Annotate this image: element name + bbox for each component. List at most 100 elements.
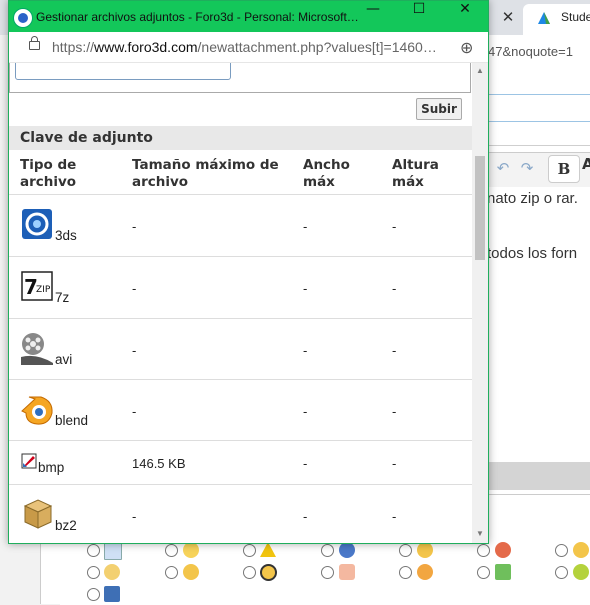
max-size-cell: -	[132, 404, 137, 419]
max-width-cell: -	[303, 456, 308, 471]
max-width-cell: -	[303, 343, 308, 358]
cool-icon	[104, 564, 120, 580]
icon-radio[interactable]	[87, 544, 100, 557]
archive-box-icon	[23, 499, 53, 529]
dizzy-icon	[573, 564, 589, 580]
icon-radio[interactable]	[321, 566, 334, 579]
max-width-cell: -	[303, 219, 308, 234]
students-app-icon	[538, 12, 550, 24]
divider	[485, 145, 590, 146]
max-height-cell: -	[392, 404, 397, 419]
sunglasses-icon	[260, 564, 277, 581]
vertical-scrollbar[interactable]: ▲ ▼	[472, 63, 488, 543]
icon-radio[interactable]	[399, 566, 412, 579]
max-size-cell: -	[132, 219, 137, 234]
angry-icon	[495, 542, 511, 558]
window-titlebar: Gestionar archivos adjuntos - Foro3d - P…	[9, 1, 488, 32]
document-icon	[104, 542, 122, 560]
background-url-text: 47&noquote=1	[488, 44, 573, 59]
icon-radio[interactable]	[477, 544, 490, 557]
blender-icon	[21, 396, 53, 425]
maximize-icon[interactable]: ☐	[396, 1, 442, 32]
max-height-cell: -	[392, 219, 397, 234]
background-title-input[interactable]	[485, 94, 590, 122]
icon-radio[interactable]	[87, 588, 100, 601]
table-row: 3ds - - -	[9, 194, 472, 256]
url-prefix: https://	[52, 39, 95, 55]
header-line: Tipo de	[20, 157, 77, 173]
table-row: blend - - -	[9, 379, 472, 441]
file-input[interactable]	[15, 63, 231, 80]
header-line: Altura	[392, 157, 439, 173]
header-line: Tamaño máximo de	[132, 157, 279, 173]
max-width-cell: -	[303, 509, 308, 524]
smile-icon	[417, 542, 433, 558]
file-extension: blend	[55, 413, 89, 428]
header-line: archivo	[20, 174, 77, 190]
lightbulb-icon	[183, 542, 199, 558]
lock-icon[interactable]	[29, 36, 40, 50]
post-text-line: nato zip o rar.	[487, 190, 578, 207]
icon-radio[interactable]	[321, 544, 334, 557]
max-height-cell: -	[392, 509, 397, 524]
max-size-cell: -	[132, 343, 137, 358]
sad-icon	[573, 542, 589, 558]
browser-app-icon	[13, 8, 33, 28]
window-title: Gestionar archivos adjuntos - Foro3d - P…	[36, 10, 359, 24]
icon-radio[interactable]	[87, 566, 100, 579]
icon-radio[interactable]	[165, 544, 178, 557]
table-row: bz2 - - -	[9, 484, 472, 543]
file-extension: avi	[55, 352, 73, 367]
computer-icon	[104, 586, 120, 602]
header-line: Ancho	[303, 157, 350, 173]
font-size-icon[interactable]: A	[582, 155, 590, 173]
redo-icon[interactable]: ↷	[517, 157, 537, 179]
bold-button[interactable]: B	[548, 155, 580, 183]
max-height-cell: -	[392, 343, 397, 358]
header-line: archivo	[132, 174, 189, 190]
icon-radio[interactable]	[555, 566, 568, 579]
section-header: Clave de adjunto	[9, 126, 472, 150]
minimize-icon[interactable]: —	[350, 1, 396, 32]
column-header-max-width: Ancho máx	[303, 157, 350, 191]
table-row: bmp 146.5 KB - -	[9, 440, 472, 485]
header-line: máx	[303, 174, 335, 190]
zoom-icon[interactable]: ⊕	[460, 38, 473, 57]
header-line: máx	[392, 174, 424, 190]
url-host: www.foro3d.com	[94, 39, 198, 55]
url-text[interactable]: https://www.foro3d.com/newattachment.php…	[52, 39, 437, 55]
icon-radio[interactable]	[243, 566, 256, 579]
attachment-manager-window: Gestionar archivos adjuntos - Foro3d - P…	[8, 0, 489, 544]
file-extension: 7z	[55, 290, 70, 305]
music-icon	[495, 564, 511, 580]
file-extension: bmp	[38, 460, 65, 475]
thumbs-down-icon	[339, 564, 355, 580]
scrollbar-thumb[interactable]	[475, 156, 485, 260]
icon-radio[interactable]	[555, 544, 568, 557]
max-height-cell: -	[392, 281, 397, 296]
question-icon	[339, 542, 355, 558]
scroll-down-icon[interactable]: ▼	[476, 529, 484, 538]
scroll-up-icon[interactable]: ▲	[476, 66, 484, 75]
7zip-file-icon: 7ZIP	[21, 271, 53, 301]
icon-radio[interactable]	[165, 566, 178, 579]
max-width-cell: -	[303, 404, 308, 419]
upload-button[interactable]: Subir	[416, 98, 462, 120]
page-content: Subir Clave de adjunto Tipo de archivo Ta…	[9, 63, 472, 543]
section-title: Clave de adjunto	[20, 130, 153, 146]
background-tab-label: Stude	[561, 10, 590, 24]
max-height-cell: -	[392, 456, 397, 471]
icon-radio[interactable]	[243, 544, 256, 557]
column-header-max-height: Altura máx	[392, 157, 439, 191]
icon-radio[interactable]	[399, 544, 412, 557]
close-tab-icon[interactable]: ✕	[497, 8, 519, 28]
max-size-cell: -	[132, 281, 137, 296]
column-header-type: Tipo de archivo	[20, 157, 76, 191]
max-width-cell: -	[303, 281, 308, 296]
close-icon[interactable]: ✕	[442, 1, 488, 32]
undo-icon[interactable]: ↶	[493, 157, 513, 179]
video-reel-icon	[21, 333, 53, 365]
post-text-line: todos los forn	[487, 245, 578, 262]
icon-radio[interactable]	[477, 566, 490, 579]
file-extension: bz2	[55, 518, 77, 533]
